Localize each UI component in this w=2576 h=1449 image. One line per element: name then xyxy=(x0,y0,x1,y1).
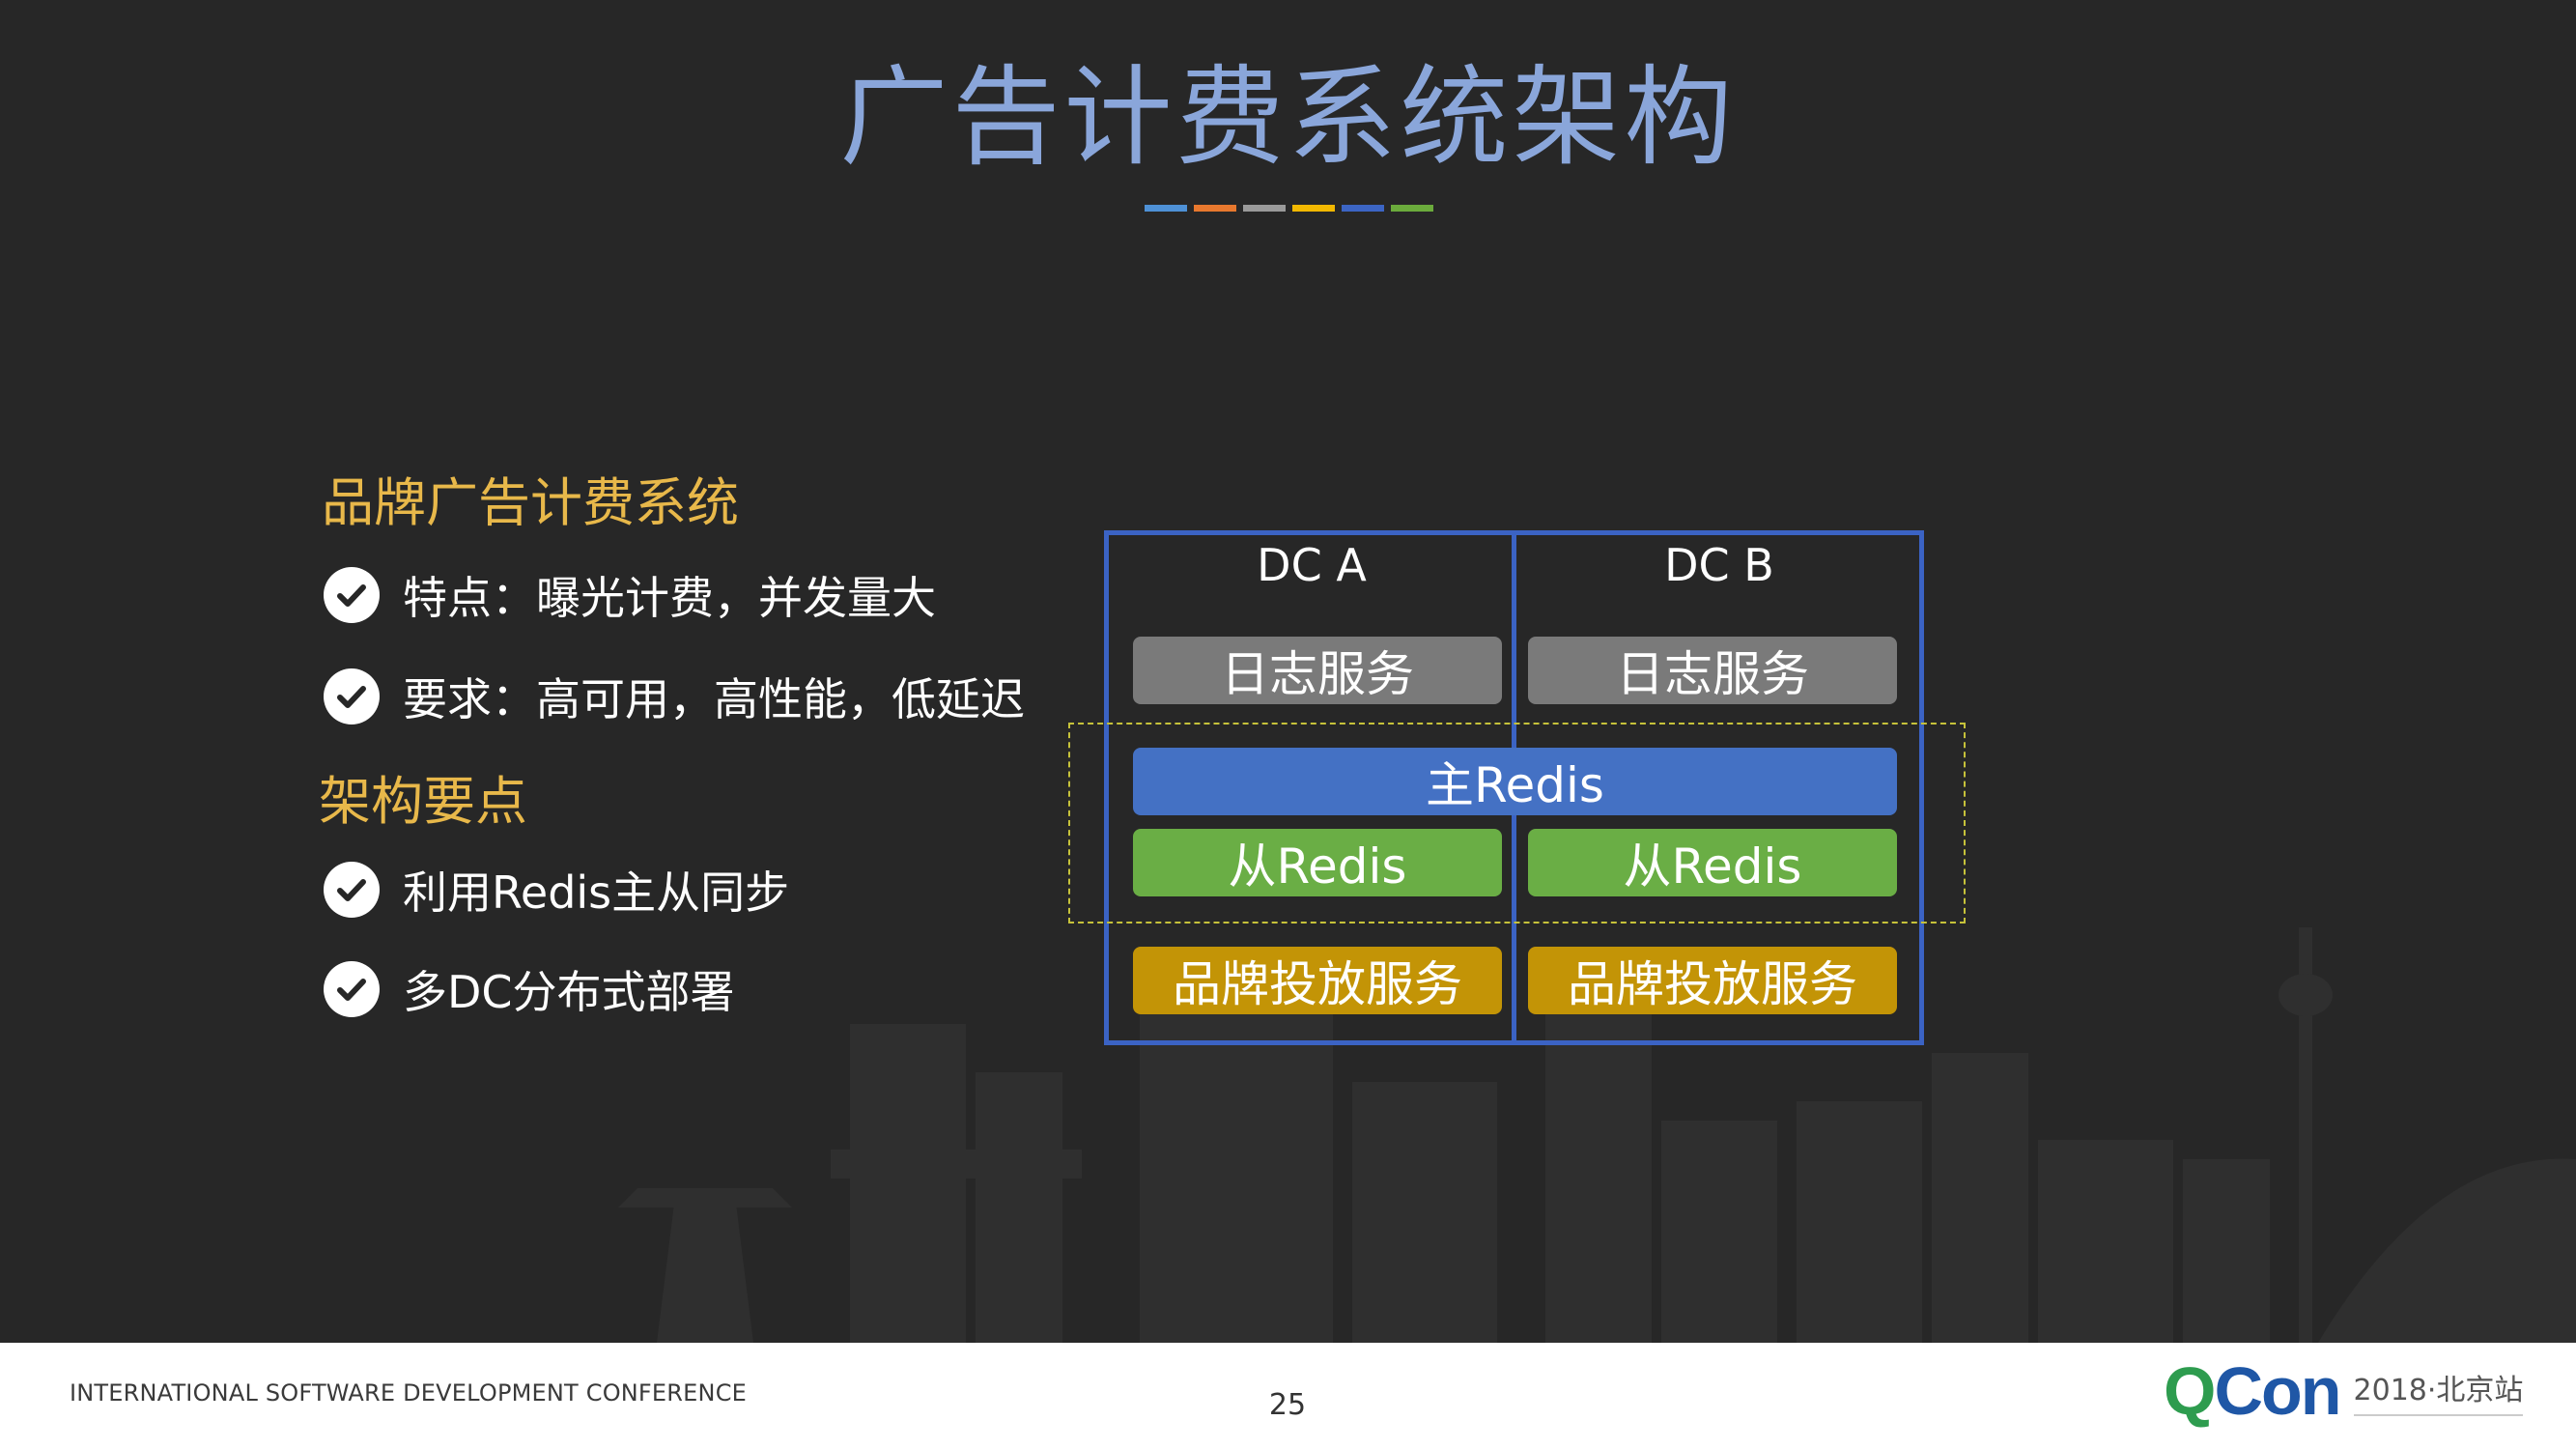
title-bar-6 xyxy=(1391,205,1433,212)
dc-b-log-service: 日志服务 xyxy=(1528,637,1897,704)
bullet-redis-sync: 利用Redis主从同步 xyxy=(324,860,789,920)
dc-b-brand-service: 品牌投放服务 xyxy=(1528,947,1897,1014)
title-bar-5 xyxy=(1342,205,1384,212)
bullet-features: 特点：曝光计费，并发量大 xyxy=(324,565,936,625)
bullet-text: 利用Redis主从同步 xyxy=(403,867,790,919)
page-number: 25 xyxy=(1268,1388,1307,1422)
check-circle-icon xyxy=(324,961,380,1017)
check-circle-icon xyxy=(324,567,380,623)
dc-b-label: DC B xyxy=(1664,539,1774,591)
bullet-requirements: 要求：高可用，高性能，低延迟 xyxy=(324,667,1025,726)
dc-a-brand-service: 品牌投放服务 xyxy=(1133,947,1502,1014)
section-heading-architecture-points: 架构要点 xyxy=(319,771,527,832)
title-bar-1 xyxy=(1145,205,1187,212)
slide-title: 广告计费系统架构 xyxy=(839,55,1737,181)
title-bar-4 xyxy=(1292,205,1335,212)
logo-q: Q xyxy=(2164,1353,2216,1429)
section-heading-brand-billing: 品牌广告计费系统 xyxy=(322,472,739,533)
check-circle-icon xyxy=(324,862,380,918)
logo-con: Con xyxy=(2214,1353,2341,1429)
dc-a-slave-redis: 从Redis xyxy=(1133,829,1502,896)
bullet-multi-dc: 多DC分布式部署 xyxy=(324,959,735,1019)
qcon-logo: Q Con 2018·北京站 xyxy=(2164,1353,2524,1429)
bullet-text: 多DC分布式部署 xyxy=(403,966,735,1018)
conference-name: INTERNATIONAL SOFTWARE DEVELOPMENT CONFE… xyxy=(70,1379,748,1406)
title-bar-3 xyxy=(1243,205,1286,212)
bullet-text: 要求：高可用，高性能，低延迟 xyxy=(403,673,1025,725)
slide: 广告计费系统架构 品牌广告计费系统 特点：曝光计费，并发量大 要求：高可用，高性… xyxy=(0,0,2576,1343)
title-bar-2 xyxy=(1194,205,1236,212)
logo-subtitle: 2018·北京站 xyxy=(2353,1366,2524,1416)
master-redis: 主Redis xyxy=(1133,748,1897,815)
check-circle-icon xyxy=(324,668,380,724)
dc-b-slave-redis: 从Redis xyxy=(1528,829,1897,896)
title-color-bars xyxy=(1145,205,1433,212)
bullet-text: 特点：曝光计费，并发量大 xyxy=(403,572,936,624)
dc-a-log-service: 日志服务 xyxy=(1133,637,1502,704)
dc-a-label: DC A xyxy=(1257,539,1367,591)
